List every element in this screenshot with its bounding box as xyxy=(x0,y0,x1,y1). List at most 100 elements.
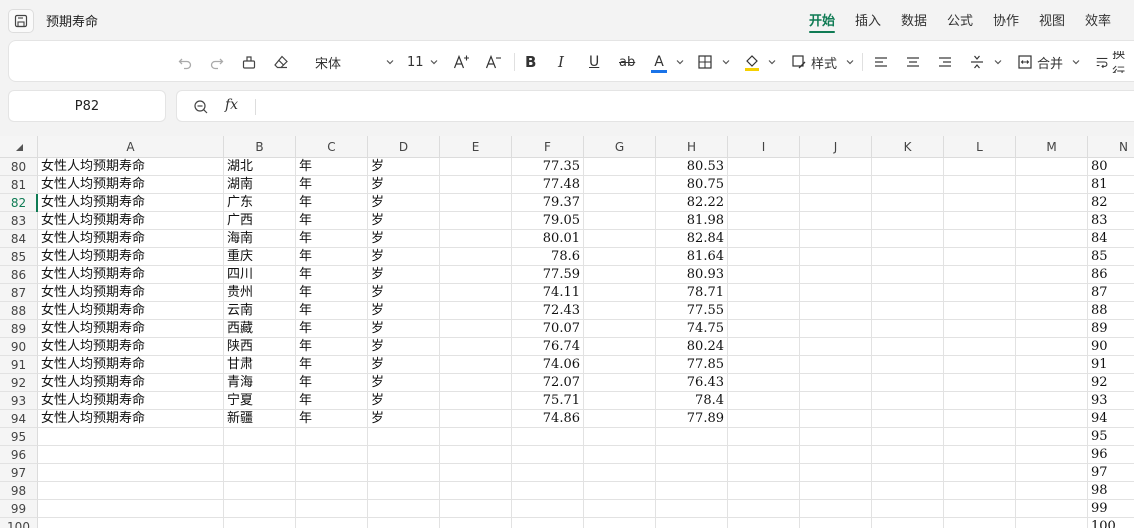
cell-i[interactable] xyxy=(728,284,800,302)
fill-color-button[interactable] xyxy=(743,51,777,73)
cell-b[interactable]: 西藏 xyxy=(224,320,296,338)
cell-k[interactable] xyxy=(872,176,944,194)
cell-i[interactable] xyxy=(728,302,800,320)
function-icon[interactable]: fx xyxy=(225,97,238,113)
cell-n[interactable]: 99 xyxy=(1088,500,1134,518)
column-header-h[interactable]: H xyxy=(656,136,728,158)
cell-f[interactable]: 74.11 xyxy=(512,284,584,302)
cell-m[interactable] xyxy=(1016,320,1088,338)
cell-g[interactable] xyxy=(584,338,656,356)
row-header[interactable]: 85 xyxy=(0,248,38,266)
cell-n[interactable]: 81 xyxy=(1088,176,1134,194)
cell-h[interactable]: 80.24 xyxy=(656,338,728,356)
cell-m[interactable] xyxy=(1016,356,1088,374)
cell-c[interactable]: 年 xyxy=(296,158,368,176)
cell-a[interactable]: 女性人均预期寿命 xyxy=(38,212,224,230)
cell-m[interactable] xyxy=(1016,410,1088,428)
cell-d[interactable] xyxy=(368,428,440,446)
cell-g[interactable] xyxy=(584,374,656,392)
cell-h[interactable] xyxy=(656,500,728,518)
cell-i[interactable] xyxy=(728,482,800,500)
cell-i[interactable] xyxy=(728,464,800,482)
cell-k[interactable] xyxy=(872,284,944,302)
cell-f[interactable] xyxy=(512,500,584,518)
cell-j[interactable] xyxy=(800,320,872,338)
cell-e[interactable] xyxy=(440,212,512,230)
cell-j[interactable] xyxy=(800,230,872,248)
cell-f[interactable] xyxy=(512,446,584,464)
cell-l[interactable] xyxy=(944,428,1016,446)
cell-h[interactable]: 82.84 xyxy=(656,230,728,248)
cell-k[interactable] xyxy=(872,194,944,212)
column-header-n[interactable]: N xyxy=(1088,136,1134,158)
cell-e[interactable] xyxy=(440,302,512,320)
cell-c[interactable]: 年 xyxy=(296,212,368,230)
cell-l[interactable] xyxy=(944,446,1016,464)
row-header[interactable]: 84 xyxy=(0,230,38,248)
vertical-align-button[interactable] xyxy=(969,51,1003,73)
cell-j[interactable] xyxy=(800,248,872,266)
cell-d[interactable]: 岁 xyxy=(368,212,440,230)
row-header[interactable]: 80 xyxy=(0,158,38,176)
cell-b[interactable]: 陕西 xyxy=(224,338,296,356)
cell-j[interactable] xyxy=(800,302,872,320)
cell-k[interactable] xyxy=(872,320,944,338)
cell-h[interactable]: 81.64 xyxy=(656,248,728,266)
clear-format-button[interactable] xyxy=(273,51,289,73)
cell-h[interactable] xyxy=(656,446,728,464)
cell-d[interactable]: 岁 xyxy=(368,320,440,338)
cell-e[interactable] xyxy=(440,320,512,338)
row-header[interactable]: 91 xyxy=(0,356,38,374)
undo-button[interactable] xyxy=(177,51,193,73)
cell-g[interactable] xyxy=(584,230,656,248)
cell-h[interactable]: 81.98 xyxy=(656,212,728,230)
cell-f[interactable]: 74.06 xyxy=(512,356,584,374)
cell-n[interactable]: 95 xyxy=(1088,428,1134,446)
cell-i[interactable] xyxy=(728,356,800,374)
cell-d[interactable] xyxy=(368,482,440,500)
cell-i[interactable] xyxy=(728,392,800,410)
menu-insert[interactable]: 插入 xyxy=(855,10,881,29)
cell-l[interactable] xyxy=(944,464,1016,482)
cell-b[interactable]: 宁夏 xyxy=(224,392,296,410)
formula-input[interactable]: fx xyxy=(176,90,1134,122)
row-header[interactable]: 93 xyxy=(0,392,38,410)
cell-f[interactable]: 77.35 xyxy=(512,158,584,176)
cell-e[interactable] xyxy=(440,428,512,446)
cell-f[interactable] xyxy=(512,518,584,528)
cell-a[interactable]: 女性人均预期寿命 xyxy=(38,392,224,410)
cell-e[interactable] xyxy=(440,230,512,248)
cell-c[interactable]: 年 xyxy=(296,230,368,248)
row-header[interactable]: 97 xyxy=(0,464,38,482)
cell-c[interactable] xyxy=(296,500,368,518)
cell-b[interactable]: 重庆 xyxy=(224,248,296,266)
cell-g[interactable] xyxy=(584,194,656,212)
cell-reference-box[interactable]: P82 xyxy=(8,90,166,122)
cell-i[interactable] xyxy=(728,176,800,194)
cell-l[interactable] xyxy=(944,320,1016,338)
cell-l[interactable] xyxy=(944,194,1016,212)
cell-style-button[interactable]: 样式 xyxy=(791,51,855,73)
cell-m[interactable] xyxy=(1016,338,1088,356)
cell-b[interactable] xyxy=(224,518,296,528)
cell-k[interactable] xyxy=(872,266,944,284)
column-header-d[interactable]: D xyxy=(368,136,440,158)
cell-c[interactable] xyxy=(296,446,368,464)
cell-f[interactable]: 79.05 xyxy=(512,212,584,230)
cell-l[interactable] xyxy=(944,482,1016,500)
cell-j[interactable] xyxy=(800,338,872,356)
cell-c[interactable]: 年 xyxy=(296,320,368,338)
cell-k[interactable] xyxy=(872,392,944,410)
cell-b[interactable] xyxy=(224,428,296,446)
cell-a[interactable]: 女性人均预期寿命 xyxy=(38,338,224,356)
cell-b[interactable]: 湖南 xyxy=(224,176,296,194)
cell-h[interactable] xyxy=(656,428,728,446)
cell-m[interactable] xyxy=(1016,464,1088,482)
cell-a[interactable]: 女性人均预期寿命 xyxy=(38,266,224,284)
cell-k[interactable] xyxy=(872,464,944,482)
cell-c[interactable]: 年 xyxy=(296,392,368,410)
cell-n[interactable]: 93 xyxy=(1088,392,1134,410)
cell-l[interactable] xyxy=(944,518,1016,528)
cell-g[interactable] xyxy=(584,266,656,284)
italic-button[interactable]: I xyxy=(558,51,564,73)
